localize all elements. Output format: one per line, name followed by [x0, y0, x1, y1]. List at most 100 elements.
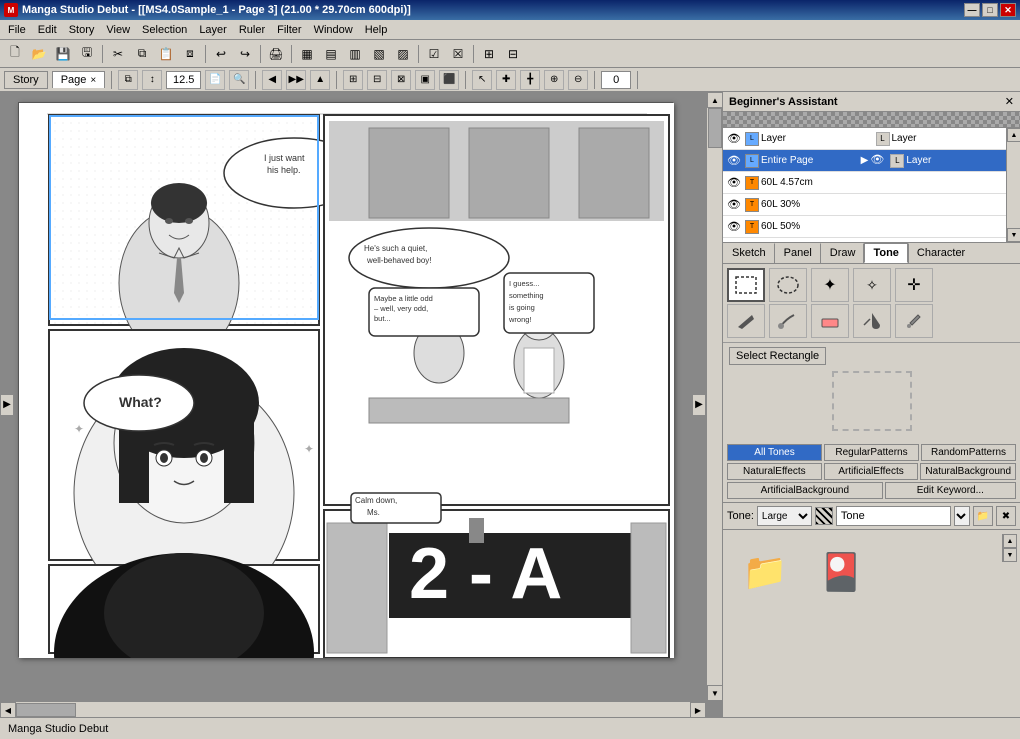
right-nav-arrow[interactable]: ▶	[692, 394, 706, 416]
layer-scroll-down[interactable]: ▼	[1007, 228, 1020, 242]
layer-eye-2[interactable]: 👁	[725, 153, 743, 169]
pt-prev[interactable]: ◀	[262, 70, 282, 90]
pt-copy-icon[interactable]: ⧉	[118, 70, 138, 90]
tab-tone[interactable]: Tone	[864, 243, 907, 263]
canvas-vscrollbar[interactable]: ▲ ▼	[706, 92, 722, 701]
tb-grid4[interactable]: ▧	[368, 43, 390, 65]
pt-select5[interactable]: ⬛	[439, 70, 459, 90]
pt-tool4[interactable]: ⊕	[544, 70, 564, 90]
vscroll-thumb[interactable]	[708, 108, 722, 148]
vscroll-down[interactable]: ▼	[707, 685, 722, 701]
menu-file[interactable]: File	[2, 23, 32, 37]
tab-character[interactable]: Character	[908, 243, 974, 263]
tb-copy[interactable]: ⧉	[131, 43, 153, 65]
cat-edit-keyword[interactable]: Edit Keyword...	[885, 482, 1016, 499]
tone-name-dropdown[interactable]	[954, 506, 970, 526]
vscroll-up[interactable]: ▲	[707, 92, 722, 108]
layer-scroll-up[interactable]: ▲	[1007, 128, 1020, 142]
hscroll-thumb[interactable]	[16, 703, 76, 717]
menu-filter[interactable]: Filter	[271, 23, 307, 37]
tool-wand2[interactable]: ✧	[853, 268, 891, 302]
pt-tool5[interactable]: ⊖	[568, 70, 588, 90]
layer-eye-1[interactable]: 👁	[725, 131, 743, 147]
assistant-close[interactable]: ✕	[1005, 95, 1014, 108]
tone-size-dropdown[interactable]: Large Medium Small	[757, 506, 812, 526]
minimize-button[interactable]: —	[964, 3, 980, 17]
tone-action-btn-1[interactable]: 📁	[973, 506, 993, 526]
zoom-input[interactable]: 12.5	[166, 71, 201, 89]
tb-undo[interactable]: ↩	[210, 43, 232, 65]
hscroll-right[interactable]: ▶	[690, 702, 706, 717]
pt-next[interactable]: ▲	[310, 70, 330, 90]
tb-grid2[interactable]: ▤	[320, 43, 342, 65]
tone-folder-icon[interactable]: 📁	[735, 542, 795, 602]
rotate-input[interactable]: 0	[601, 71, 631, 89]
tab-draw[interactable]: Draw	[821, 243, 865, 263]
story-tab[interactable]: Story	[4, 71, 48, 89]
pt-select4[interactable]: ▣	[415, 70, 435, 90]
page-tab[interactable]: Page ×	[52, 71, 106, 88]
tb-cut[interactable]: ✂	[107, 43, 129, 65]
tab-sketch[interactable]: Sketch	[723, 243, 775, 263]
tb-save[interactable]: 💾	[52, 43, 74, 65]
cat-regular-patterns[interactable]: RegularPatterns	[824, 444, 919, 461]
tool-wand1[interactable]: ✦	[811, 268, 849, 302]
tone-checker-icon[interactable]: 🎴	[811, 542, 871, 602]
tool-eraser[interactable]	[811, 304, 849, 338]
cat-artificial-background[interactable]: ArtificialBackground	[727, 482, 883, 499]
layer-eye-4[interactable]: 👁	[725, 197, 743, 213]
tab-panel[interactable]: Panel	[775, 243, 821, 263]
close-button[interactable]: ✕	[1000, 3, 1016, 17]
restore-button[interactable]: □	[982, 3, 998, 17]
tb-paste[interactable]: 📋	[155, 43, 177, 65]
pt-tool2[interactable]: ✚	[496, 70, 516, 90]
pt-tool1[interactable]: ↖	[472, 70, 492, 90]
tb-open[interactable]: 📂	[28, 43, 50, 65]
canvas-hscrollbar[interactable]: ◀ ▶	[0, 701, 706, 717]
menu-story[interactable]: Story	[63, 23, 101, 37]
tb-redo[interactable]: ↪	[234, 43, 256, 65]
cat-random-patterns[interactable]: RandomPatterns	[921, 444, 1016, 461]
layer-vscrollbar[interactable]: ▲ ▼	[1006, 128, 1020, 242]
menu-help[interactable]: Help	[359, 23, 394, 37]
menu-view[interactable]: View	[100, 23, 136, 37]
tool-pen[interactable]	[727, 304, 765, 338]
tool-ellipse-select[interactable]	[769, 268, 807, 302]
tool-fill[interactable]	[853, 304, 891, 338]
tb-grid6[interactable]: ⊞	[478, 43, 500, 65]
pt-select2[interactable]: ⊟	[367, 70, 387, 90]
pt-tool3[interactable]: ╋	[520, 70, 540, 90]
pt-page-icon[interactable]: 📄	[205, 70, 225, 90]
pt-zoom-icon[interactable]: 🔍	[229, 70, 249, 90]
swatch-scroll-up[interactable]: ▲	[1003, 534, 1017, 548]
tool-pipette[interactable]	[895, 304, 933, 338]
tb-check[interactable]: ☑	[423, 43, 445, 65]
pt-arrow-icon[interactable]: ↕	[142, 70, 162, 90]
tool-brush[interactable]	[769, 304, 807, 338]
cat-natural-background[interactable]: NaturalBackground	[920, 463, 1016, 480]
tb-grid1[interactable]: ▦	[296, 43, 318, 65]
hscroll-left[interactable]: ◀	[0, 702, 16, 717]
tool-select-rect[interactable]	[727, 268, 765, 302]
tb-paste2[interactable]: ⧈	[179, 43, 201, 65]
cat-artificial-effects[interactable]: ArtificialEffects	[824, 463, 919, 480]
tb-new[interactable]: 🗋	[4, 43, 26, 65]
menu-window[interactable]: Window	[308, 23, 359, 37]
tb-check2[interactable]: ☒	[447, 43, 469, 65]
tb-grid5[interactable]: ▨	[392, 43, 414, 65]
menu-ruler[interactable]: Ruler	[233, 23, 271, 37]
tb-print[interactable]: 🖨	[265, 43, 287, 65]
cat-all-tones[interactable]: All Tones	[727, 444, 822, 461]
menu-edit[interactable]: Edit	[32, 23, 63, 37]
pt-select1[interactable]: ⊞	[343, 70, 363, 90]
tool-move[interactable]: ✛	[895, 268, 933, 302]
pt-play[interactable]: ▶▶	[286, 70, 306, 90]
tone-action-btn-2[interactable]: ✖	[996, 506, 1016, 526]
tb-grid3[interactable]: ▥	[344, 43, 366, 65]
menu-layer[interactable]: Layer	[193, 23, 233, 37]
layer-eye-3[interactable]: 👁	[725, 175, 743, 191]
cat-natural-effects[interactable]: NaturalEffects	[727, 463, 822, 480]
tb-save2[interactable]: 🖫	[76, 43, 98, 65]
pt-select3[interactable]: ⊠	[391, 70, 411, 90]
layer-eye-5[interactable]: 👁	[725, 219, 743, 235]
